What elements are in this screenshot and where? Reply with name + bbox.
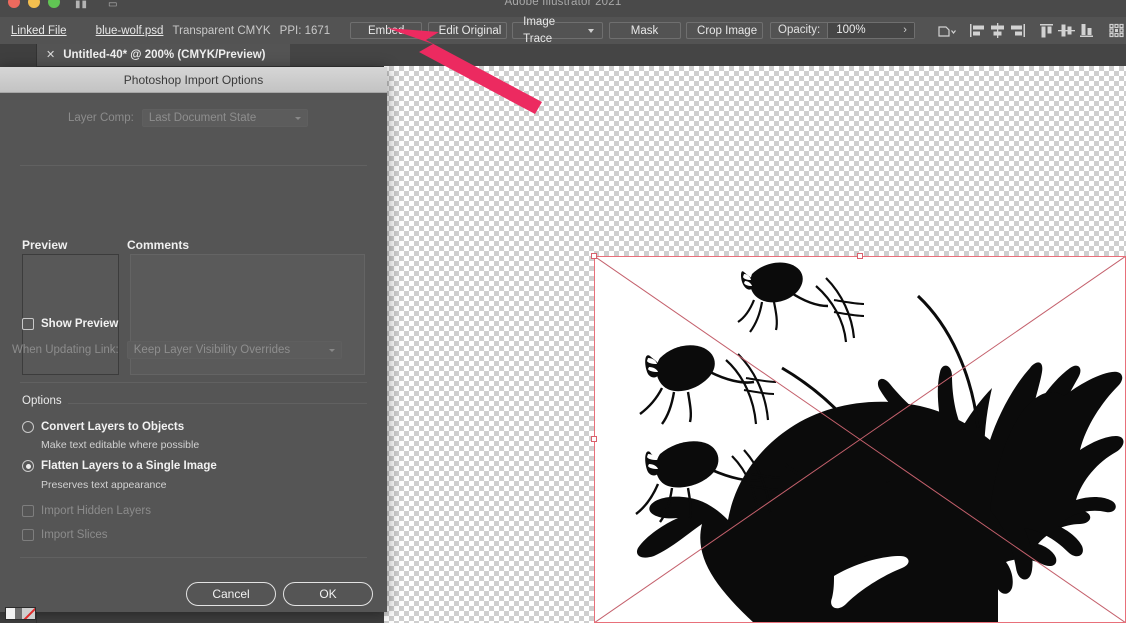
divider-options-top (20, 382, 367, 383)
image-trace-label: Image Trace (523, 15, 556, 45)
ppi-label: PPI: 1671 (279, 24, 331, 37)
import-hidden-layers-checkbox (22, 505, 34, 517)
divider-options-bottom (20, 557, 367, 558)
import-slices-checkbox (22, 529, 34, 541)
artboard-options-icon[interactable] (937, 21, 957, 41)
align-vertical-center-icon[interactable] (1057, 21, 1077, 41)
app-title: Adobe Illustrator 2021 (504, 0, 622, 8)
opacity-stepper-icon[interactable]: › (896, 23, 914, 38)
align-right-icon[interactable] (1008, 21, 1028, 41)
divider-preview-top (20, 165, 367, 166)
ok-button[interactable]: OK (283, 582, 373, 606)
option-import-hidden-layers: Import Hidden Layers (22, 505, 151, 517)
show-preview-label: Show Preview (41, 318, 119, 330)
chevron-down-icon (588, 28, 595, 33)
opacity-input[interactable]: 100% (827, 23, 897, 38)
when-updating-link-row: When Updating Link: Keep Layer Visibilit… (12, 341, 342, 359)
linked-file-name[interactable]: blue-wolf.psd (96, 25, 164, 37)
fill-stroke-indicator[interactable] (5, 607, 36, 620)
crop-image-button[interactable]: Crop Image (686, 22, 763, 39)
align-left-icon[interactable] (968, 21, 988, 41)
option-convert-layers-to-objects[interactable]: Convert Layers to Objects (22, 421, 184, 433)
opacity-label: Opacity: (778, 24, 821, 36)
option-flatten-layers[interactable]: Flatten Layers to a Single Image (22, 460, 217, 472)
layer-comp-dropdown: Last Document State (141, 109, 308, 127)
document-tab-label: Untitled-40* @ 200% (CMYK/Preview) (63, 49, 266, 61)
color-mode-label: Transparent CMYK (172, 24, 271, 37)
import-hidden-layers-label: Import Hidden Layers (41, 505, 151, 517)
stroke-swatch[interactable] (15, 608, 22, 619)
chevron-down-icon (294, 116, 301, 120)
selection-handle-top-left[interactable] (591, 253, 597, 259)
when-updating-link-label: When Updating Link: (12, 344, 119, 356)
artboard-canvas[interactable] (384, 66, 1126, 623)
document-tab[interactable]: ✕ Untitled-40* @ 200% (CMYK/Preview) (36, 44, 290, 66)
preview-header: Preview (22, 238, 68, 252)
image-trace-dropdown[interactable]: Image Trace (512, 16, 604, 45)
chevron-down-icon (328, 348, 335, 352)
more-options-icon[interactable] (1106, 21, 1126, 41)
layer-comp-label: Layer Comp: (68, 112, 134, 124)
dialog-body: Layer Comp: Last Document State Preview … (0, 93, 387, 612)
mask-button[interactable]: Mask (608, 22, 681, 39)
placed-artwork[interactable] (594, 256, 1126, 623)
layer-comp-value: Last Document State (148, 112, 257, 124)
divider-options-rule (68, 403, 367, 404)
flatten-layers-label: Flatten Layers to a Single Image (41, 460, 217, 472)
when-updating-link-value: Keep Layer Visibility Overrides (133, 344, 291, 356)
edit-original-button[interactable]: Edit Original (427, 22, 507, 39)
selection-handle-middle-left[interactable] (591, 436, 597, 442)
fill-swatch[interactable] (6, 608, 15, 619)
align-horizontal-center-icon[interactable] (988, 21, 1008, 41)
show-preview-row[interactable]: Show Preview (22, 318, 118, 330)
layer-comp-row: Layer Comp: Last Document State (68, 93, 387, 127)
when-updating-link-dropdown: Keep Layer Visibility Overrides (126, 341, 342, 359)
convert-layers-radio[interactable] (22, 421, 34, 433)
flatten-layers-radio[interactable] (22, 460, 34, 472)
convert-layers-label: Convert Layers to Objects (41, 421, 185, 433)
selection-handle-top-center[interactable] (857, 253, 863, 259)
align-top-icon[interactable] (1037, 21, 1057, 41)
flatten-layers-hint: Preserves text appearance (41, 479, 167, 491)
option-import-slices: Import Slices (22, 529, 107, 541)
linked-file-label[interactable]: Linked File (11, 25, 67, 37)
convert-layers-hint: Make text editable where possible (41, 439, 200, 451)
illustrator-window: ▮▮ ▭ Adobe Illustrator 2021 Linked File … (0, 0, 1126, 623)
cancel-button[interactable]: Cancel (186, 582, 276, 606)
show-preview-checkbox[interactable] (22, 318, 34, 330)
options-header: Options (22, 395, 62, 407)
document-tab-bar: » ✕ Untitled-40* @ 200% (CMYK/Preview) (0, 44, 1126, 67)
dialog-title: Photoshop Import Options (0, 67, 387, 93)
import-slices-label: Import Slices (41, 529, 108, 541)
comments-header: Comments (127, 238, 190, 252)
close-icon[interactable]: ✕ (46, 49, 55, 61)
control-bar: Linked File blue-wolf.psd Transparent CM… (0, 16, 1126, 45)
opacity-control[interactable]: Opacity: 100% › (770, 22, 915, 39)
embed-button[interactable]: Embed (350, 22, 423, 39)
photoshop-import-options-dialog: Photoshop Import Options Layer Comp: Las… (0, 67, 387, 612)
none-swatch[interactable] (22, 608, 35, 619)
align-bottom-icon[interactable] (1077, 21, 1097, 41)
